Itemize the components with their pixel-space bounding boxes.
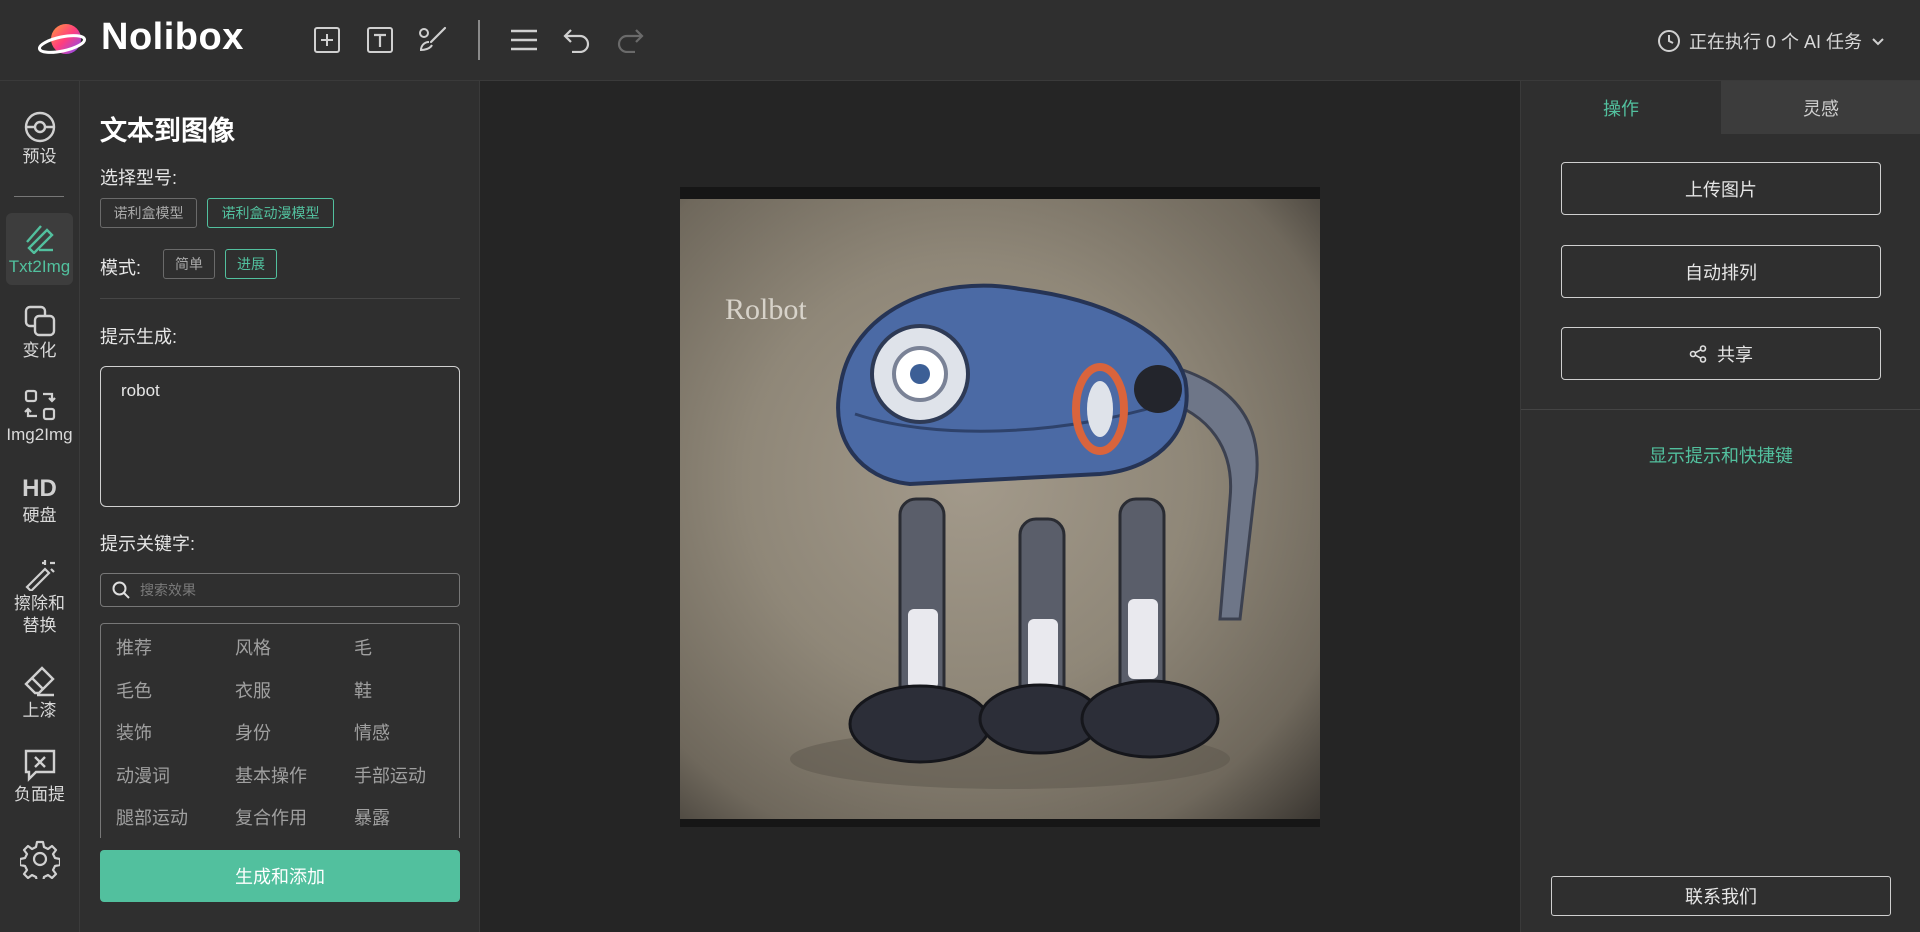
keyword-category[interactable]: 推荐 (116, 634, 152, 660)
brand-name: Nolibox (101, 16, 244, 58)
prompt-label: 提示生成: (100, 327, 178, 347)
rail-item-negative-prompt[interactable]: 负面提 (6, 741, 73, 813)
keyword-category[interactable]: 毛 (354, 634, 372, 660)
tab-operations[interactable]: 操作 (1521, 81, 1721, 134)
keyword-category[interactable]: 情感 (354, 719, 390, 745)
keyword-category[interactable]: 复合作用 (235, 804, 307, 830)
share-label: 共享 (1717, 344, 1753, 365)
generated-robot-image[interactable]: Rolbot (680, 187, 1320, 827)
rail-label: Img2Img (6, 424, 73, 444)
keyword-category[interactable]: 鞋 (354, 677, 372, 703)
magic-wand-icon (24, 559, 55, 591)
redo-icon (617, 29, 644, 53)
add-frame-button[interactable] (309, 22, 345, 58)
rail-label: 擦除和替换 (14, 593, 65, 635)
left-icon-rail: 预设 Txt2Img 变化 Img2Img HD 硬盘 擦除和替换 上漆 负面提 (0, 81, 80, 932)
menu-button[interactable] (506, 22, 542, 58)
variation-icon (24, 305, 55, 337)
brush-button[interactable] (415, 22, 451, 58)
keyword-category[interactable]: 身份 (235, 719, 271, 745)
rail-item-erase-replace[interactable]: 擦除和替换 (6, 549, 73, 645)
preset-icon (24, 111, 55, 143)
menu-icon (511, 29, 537, 51)
search-icon (112, 581, 130, 599)
rail-item-settings[interactable] (6, 829, 73, 889)
rail-item-presets[interactable]: 预设 (6, 103, 73, 175)
generate-and-add-button[interactable]: 生成和添加 (100, 850, 460, 902)
rail-item-img2img[interactable]: Img2Img (6, 381, 73, 453)
rail-label: 硬盘 (22, 505, 57, 525)
undo-icon (563, 29, 590, 53)
ai-task-status-dropdown[interactable]: 正在执行 0 个 AI 任务 (1657, 24, 1886, 58)
right-panel: 操作 灵感 上传图片 自动排列 共享 显示提示和快捷键 联系我们 (1520, 81, 1920, 932)
keyword-category[interactable]: 手部运动 (354, 762, 426, 788)
rail-item-inpaint[interactable]: 上漆 (6, 657, 73, 729)
eraser-icon (23, 666, 55, 697)
keyword-category[interactable]: 装饰 (116, 719, 152, 745)
top-toolbar: Nolibox 正在执行 0 个 AI 任务 (0, 0, 1920, 81)
keyword-category[interactable]: 暴露 (354, 804, 390, 830)
image-caption-text: Rolbot (725, 293, 807, 326)
undo-button[interactable] (559, 22, 595, 58)
rail-item-txt2img[interactable]: Txt2Img (6, 213, 73, 285)
rail-item-hd[interactable]: HD 硬盘 (6, 465, 73, 537)
robot-illustration: Rolbot (725, 283, 1259, 789)
ai-task-status-text: 正在执行 0 个 AI 任务 (1688, 32, 1862, 52)
auto-arrange-button[interactable]: 自动排列 (1561, 245, 1881, 298)
canvas-area[interactable]: Rolbot (480, 81, 1520, 932)
settings-gear-icon (19, 840, 60, 879)
redo-button[interactable] (612, 22, 648, 58)
text-box-icon (367, 27, 393, 53)
img2img-icon (23, 389, 56, 421)
keyword-search-input[interactable] (140, 582, 440, 598)
keyword-category[interactable]: 动漫词 (116, 762, 170, 788)
model-select-label: 选择型号: (100, 168, 178, 188)
txt2img-icon (25, 225, 54, 254)
brush-icon (419, 26, 447, 52)
toolbar-divider (478, 20, 480, 60)
auto-arrange-label: 自动排列 (1685, 262, 1757, 283)
show-tips-shortcuts-link[interactable]: 显示提示和快捷键 (1521, 442, 1920, 468)
rail-label: 变化 (22, 340, 57, 360)
model-chip-nolibox[interactable]: 诺利盒模型 (100, 198, 197, 228)
upload-image-button[interactable]: 上传图片 (1561, 162, 1881, 215)
rail-item-variation[interactable]: 变化 (6, 297, 73, 369)
prompt-textarea[interactable]: robot (100, 366, 460, 507)
rail-label: 上漆 (22, 700, 57, 720)
share-button[interactable]: 共享 (1561, 327, 1881, 380)
add-text-button[interactable] (362, 22, 398, 58)
keyword-category[interactable]: 基本操作 (235, 762, 307, 788)
rail-label: 负面提 (14, 784, 65, 804)
mode-chip-advanced[interactable]: 进展 (225, 249, 277, 279)
chevron-down-icon (1872, 38, 1884, 46)
keywords-label: 提示关键字: (100, 534, 196, 554)
txt2img-panel: 文本到图像 选择型号: 诺利盒模型 诺利盒动漫模型 模式: 简单 进展 提示生成… (80, 81, 480, 932)
mode-chip-simple[interactable]: 简单 (163, 249, 215, 279)
clock-icon (1657, 30, 1680, 52)
keyword-category[interactable]: 腿部运动 (116, 804, 188, 830)
right-panel-divider (1521, 409, 1920, 410)
keyword-category[interactable]: 衣服 (235, 677, 271, 703)
share-icon (1689, 344, 1707, 363)
rail-label: 预设 (22, 146, 57, 166)
panel-title: 文本到图像 (100, 116, 235, 146)
rail-label: Txt2Img (8, 256, 71, 276)
section-divider (100, 298, 460, 299)
negative-prompt-icon (24, 749, 55, 782)
rail-divider (14, 196, 64, 197)
keyword-category[interactable]: 风格 (235, 634, 271, 660)
upload-image-label: 上传图片 (1685, 179, 1757, 200)
keyword-category[interactable]: 毛色 (116, 677, 152, 703)
keyword-search-box[interactable] (100, 573, 460, 607)
keyword-category-grid: 推荐 风格 毛 毛色 衣服 鞋 装饰 身份 情感 动漫词 基本操作 手部运动 腿… (100, 623, 460, 838)
tab-inspiration[interactable]: 灵感 (1721, 81, 1920, 134)
hd-icon: HD (22, 474, 57, 502)
mode-label: 模式: (100, 258, 142, 278)
nolibox-logo-icon (38, 24, 87, 54)
contact-us-button[interactable]: 联系我们 (1551, 876, 1891, 916)
plus-square-icon (314, 27, 340, 53)
model-chip-nolibox-anime[interactable]: 诺利盒动漫模型 (207, 198, 334, 228)
